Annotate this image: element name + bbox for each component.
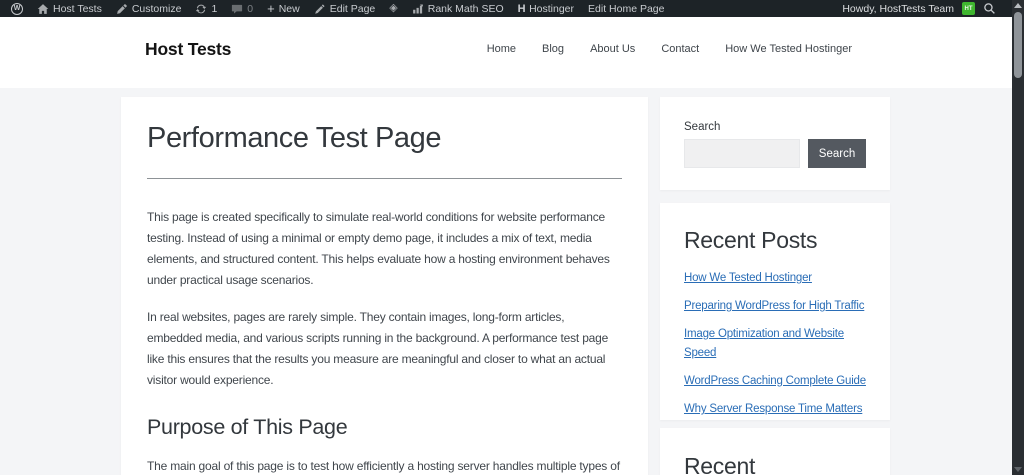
browser-viewport: W Host Tests Customize 1 0 + [0,0,1024,475]
recent-posts-title: Recent Posts [684,227,866,254]
admin-bar-hostinger[interactable]: H Hostinger [511,0,581,17]
diamond-icon: ◈ [389,3,397,14]
admin-bar-site-name-label: Host Tests [53,3,102,15]
nav-item-blog[interactable]: Blog [542,43,564,55]
admin-bar-plugin-menu[interactable]: ◈ [382,0,404,17]
recent-post-link[interactable]: How We Tested Hostinger [684,272,812,284]
pencil-icon [314,3,326,15]
admin-bar-edit-page[interactable]: Edit Page [307,0,383,17]
browser-scrollbar[interactable] [1012,0,1024,475]
comment-icon [231,3,243,15]
nav-item-how-we-tested-hostinger[interactable]: How We Tested Hostinger [725,43,852,55]
search-icon[interactable] [983,2,996,15]
site-header: Host Tests Home Blog About Us Contact Ho… [0,17,1024,88]
article-paragraph: The main goal of this page is to test ho… [147,456,622,475]
admin-bar-edit-home-page-label: Edit Home Page [588,3,664,15]
wordpress-logo-icon: W [11,3,23,15]
admin-bar-edit-page-label: Edit Page [330,3,376,15]
avatar[interactable]: HT [962,2,975,15]
article-card: Performance Test Page This page is creat… [121,97,648,475]
admin-bar-updates-count: 1 [211,3,217,15]
list-item: WordPress Caching Complete Guide [684,371,866,390]
search-input[interactable] [684,139,800,168]
admin-bar-customize-label: Customize [132,3,182,15]
plus-icon: + [267,2,275,15]
recent-post-link[interactable]: Preparing WordPress for High Traffic [684,300,864,312]
admin-bar-customize[interactable]: Customize [109,0,189,17]
list-item: How We Tested Hostinger [684,268,866,287]
admin-bar-comments-count: 0 [247,3,253,15]
list-item: Why Server Response Time Matters [684,399,866,418]
admin-bar-right: Howdy, HostTests Team HT [842,2,996,15]
primary-nav: Home Blog About Us Contact How We Tested… [487,43,852,55]
bar-chart-icon [412,3,424,15]
title-divider [147,178,622,179]
admin-bar-my-account[interactable]: Howdy, HostTests Team [842,3,954,15]
site-title[interactable]: Host Tests [145,39,231,60]
admin-bar-rank-math[interactable]: Rank Math SEO [405,0,511,17]
recent-comments-widget: Recent Comments [660,428,890,475]
scrollbar-up-arrow[interactable] [1014,3,1022,8]
hostinger-logo-icon: H [518,3,525,15]
recent-comments-title: Recent Comments [684,452,824,475]
wp-logo-menu[interactable]: W [4,0,30,17]
article-paragraph: This page is created specifically to sim… [147,207,622,291]
admin-bar-rank-math-label: Rank Math SEO [428,3,504,15]
search-label: Search [684,121,866,133]
section-heading: Purpose of This Page [147,415,622,440]
recent-post-link[interactable]: Why Server Response Time Matters [684,403,862,415]
search-button[interactable]: Search [808,139,866,168]
admin-bar-hostinger-label: Hostinger [529,3,574,15]
search-widget: Search Search [660,97,890,190]
list-item: Preparing WordPress for High Traffic [684,296,866,315]
admin-bar-edit-home-page[interactable]: Edit Home Page [581,0,671,17]
admin-bar-new[interactable]: + New [260,0,307,17]
admin-bar-site-name[interactable]: Host Tests [30,0,109,17]
update-icon [195,3,207,15]
nav-item-about-us[interactable]: About Us [590,43,635,55]
admin-bar-new-label: New [279,3,300,15]
scrollbar-thumb[interactable] [1014,12,1022,78]
recent-post-link[interactable]: Image Optimization and Website Speed [684,328,844,359]
wp-admin-bar: W Host Tests Customize 1 0 + [0,0,1024,17]
recent-post-link[interactable]: WordPress Caching Complete Guide [684,375,866,387]
nav-item-home[interactable]: Home [487,43,516,55]
article-paragraph: In real websites, pages are rarely simpl… [147,307,622,391]
admin-bar-updates[interactable]: 1 [188,0,224,17]
nav-item-contact[interactable]: Contact [661,43,699,55]
scrollbar-down-arrow[interactable] [1014,467,1022,472]
recent-posts-widget: Recent Posts How We Tested Hostinger Pre… [660,203,890,420]
list-item: Image Optimization and Website Speed [684,324,860,362]
admin-bar-comments[interactable]: 0 [224,0,260,17]
home-icon [37,3,49,15]
page-title: Performance Test Page [147,121,622,156]
recent-posts-list: How We Tested Hostinger Preparing WordPr… [684,268,866,418]
brush-icon [116,3,128,15]
